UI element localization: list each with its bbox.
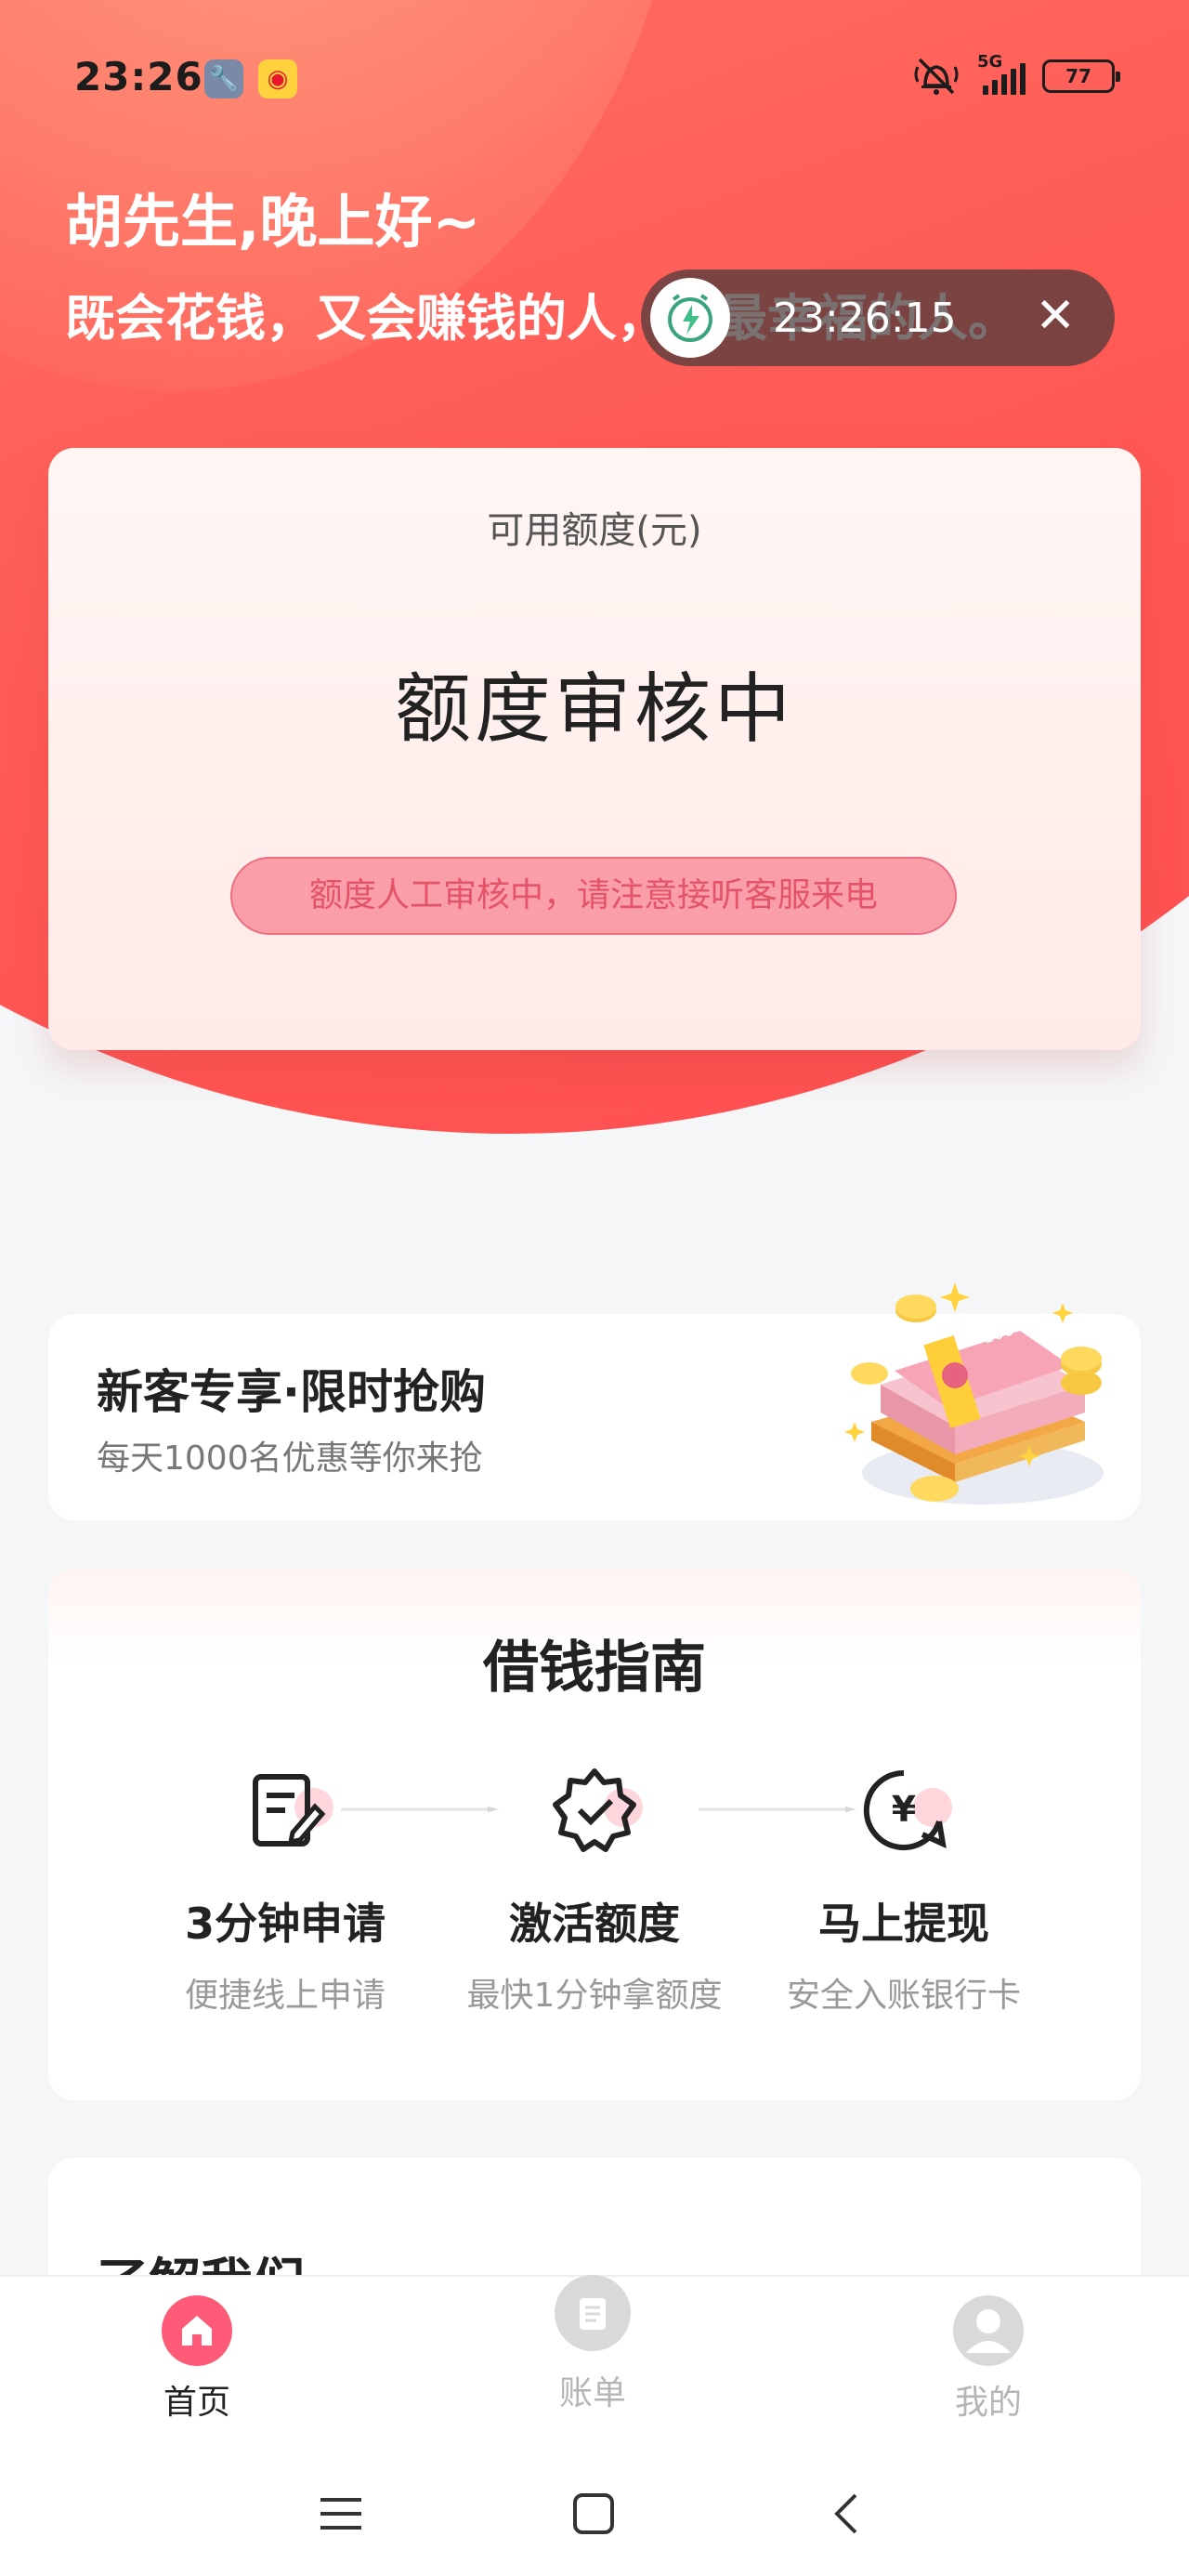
tab-mine[interactable]: 我的 [895,2295,1081,2424]
yuan-coin-icon: ¥ [857,1764,952,1857]
status-indicators: 5G 77 [912,52,1120,97]
home-icon [162,2295,232,2366]
battery-icon: 77 [1042,59,1120,93]
guide-step-apply: 3分钟申请 便捷线上申请 [109,1764,462,2017]
weibo-icon: ◉ [258,59,297,99]
promo-card[interactable]: 新客专享·限时抢购 每天1000名优惠等你来抢 100 [48,1282,1141,1520]
promo-subtitle: 每天1000名优惠等你来抢 [97,1439,483,1478]
tab-label: 首页 [163,2384,230,2422]
step-desc: 便捷线上申请 [184,1977,385,2015]
signal-icon: 5G [977,52,1026,95]
step-name: 3分钟申请 [184,1899,385,1949]
guide-step-withdraw: ¥ 马上提现 安全入账银行卡 [727,1764,1080,2017]
promo-title: 新客专享·限时抢购 [97,1365,486,1419]
greeting-text: 胡先生,晚上好~ [65,188,481,256]
timer-overlay[interactable]: 23:26:15 ✕ [641,269,1115,366]
back-icon[interactable] [814,2481,879,2546]
network-type: 5G [977,52,1003,72]
svg-text:¥: ¥ [892,1789,916,1830]
credit-notice-badge[interactable]: 额度人工审核中，请注意接听客服来电 [230,857,957,935]
user-icon [953,2295,1024,2366]
tab-label: 账单 [558,2374,626,2412]
edit-form-icon [239,1764,333,1857]
menu-icon[interactable] [308,2481,373,2546]
tab-label: 我的 [954,2384,1022,2422]
status-time: 23:26 [74,54,203,99]
credit-card: 可用额度(元) 额度审核中 额度人工审核中，请注意接听客服来电 [48,448,1141,1050]
credit-label: 可用额度(元) [487,509,702,552]
guide-step-activate: 激活额度 最快1分钟拿额度 [418,1764,771,2017]
square-home-icon[interactable] [561,2481,626,2546]
badge-check-icon [548,1764,643,1857]
step-name: 马上提现 [818,1899,989,1949]
alarm-clock-icon [650,278,730,358]
tab-home[interactable]: 首页 [104,2295,290,2424]
step-name: 激活额度 [509,1899,680,1949]
money-stack-icon: 100 [844,1282,1104,1505]
guide-title: 借钱指南 [483,1636,706,1701]
borrow-guide-card: 借钱指南 3分钟申请 便捷线上申请 激活额度 最快1分钟拿额度 ¥ 马上提现 安… [48,1569,1141,2100]
step-desc: 最快1分钟拿额度 [466,1977,723,2015]
credit-status: 额度审核中 [394,665,794,754]
bill-icon [555,2275,631,2351]
close-icon[interactable]: ✕ [1035,292,1076,340]
wrench-icon: 🔧 [204,59,243,99]
bell-off-icon [914,58,959,95]
step-desc: 安全入账银行卡 [786,1977,1021,2015]
system-nav-bar [0,2453,1189,2576]
battery-level: 77 [1065,65,1091,87]
status-bar: 23:26 🔧 ◉ 5G 77 [0,0,1189,158]
tab-bill[interactable]: 账单 [500,2275,686,2414]
timer-time: 23:26:15 [773,294,957,342]
